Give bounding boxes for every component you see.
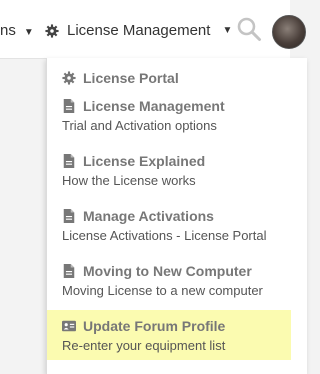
document-icon [63, 154, 75, 168]
menu-item-title: License Explained [83, 153, 206, 169]
nav-item-previous[interactable]: ns ▼ [0, 22, 34, 39]
document-icon [63, 99, 75, 113]
document-icon [63, 264, 75, 278]
menu-item-title: License Management [83, 98, 225, 114]
menu-item-license-explained[interactable]: License Explained How the License works [47, 151, 291, 199]
menu-item-title: Moving to New Computer [83, 263, 252, 279]
id-card-icon [62, 320, 76, 332]
nav-item-current-label: License Management [67, 22, 211, 39]
chevron-down-icon: ▼ [23, 27, 34, 38]
nav-item-license-management[interactable]: License Management ▼ [45, 22, 232, 39]
document-icon [63, 209, 75, 223]
user-avatar[interactable] [272, 15, 306, 49]
menu-item-description: Trial and Activation options [62, 118, 217, 133]
gear-icon [62, 71, 76, 85]
chevron-down-icon: ▼ [222, 25, 233, 36]
menu-item-license-management[interactable]: License Management Trial and Activation … [47, 96, 291, 144]
menu-item-moving-to-new-computer[interactable]: Moving to New Computer Moving License to… [47, 261, 291, 309]
menu-item-manage-activations[interactable]: Manage Activations License Activations -… [47, 206, 291, 254]
menu-item-update-forum-profile[interactable]: Update Forum Profile Re-enter your equip… [47, 310, 291, 360]
menu-item-description: How the License works [62, 173, 196, 188]
menu-item-description: Moving License to a new computer [62, 283, 263, 298]
menu-item-description: Re-enter your equipment list [62, 338, 226, 353]
gear-icon [45, 23, 59, 38]
license-management-dropdown-menu: License Portal License Management Trial … [46, 58, 307, 374]
menu-item-title: License Portal [83, 70, 179, 86]
menu-item-description: License Activations - License Portal [62, 228, 267, 243]
menu-item-title: Manage Activations [83, 208, 214, 224]
menu-item-license-portal[interactable]: License Portal [47, 63, 291, 93]
top-navigation-bar: ns ▼ License Management ▼ [0, 0, 306, 59]
menu-item-title: Update Forum Profile [83, 318, 226, 334]
search-icon[interactable] [236, 16, 262, 42]
nav-item-previous-label: ns [0, 22, 16, 39]
